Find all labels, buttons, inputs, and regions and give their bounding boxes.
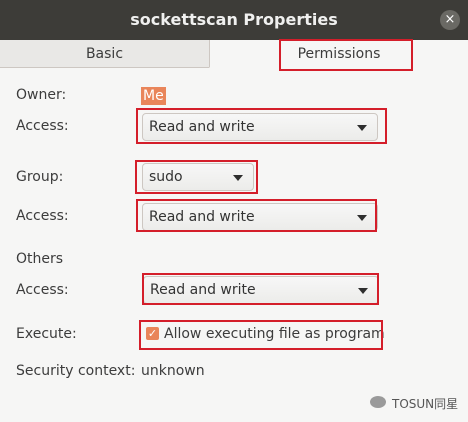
- execute-label: Execute:: [16, 326, 77, 342]
- owner-label: Owner:: [16, 87, 67, 103]
- tab-basic[interactable]: Basic: [0, 40, 209, 68]
- highlight-box-permissions-tab: [279, 39, 413, 71]
- highlight-box-execute: [139, 320, 383, 350]
- group-label: Group:: [16, 169, 64, 185]
- group-access-label: Access:: [16, 208, 69, 224]
- highlight-box-owner-access: [136, 108, 387, 144]
- watermark-text: TOSUN同星: [392, 397, 459, 411]
- security-context-label: Security context:: [16, 363, 136, 379]
- others-access-label: Access:: [16, 282, 69, 298]
- others-label: Others: [16, 251, 64, 267]
- close-icon[interactable]: ×: [440, 10, 460, 30]
- highlight-box-group-access: [136, 199, 377, 232]
- window-titlebar: sockettscan Properties ×: [0, 0, 468, 40]
- security-context-value: unknown: [141, 363, 205, 379]
- window-title: sockettscan Properties: [130, 10, 338, 29]
- owner-access-label: Access:: [16, 118, 69, 134]
- highlight-box-others-access: [142, 273, 379, 305]
- highlight-box-group: [135, 160, 258, 194]
- owner-value: Me: [141, 87, 166, 105]
- wechat-logo-icon: [370, 396, 386, 408]
